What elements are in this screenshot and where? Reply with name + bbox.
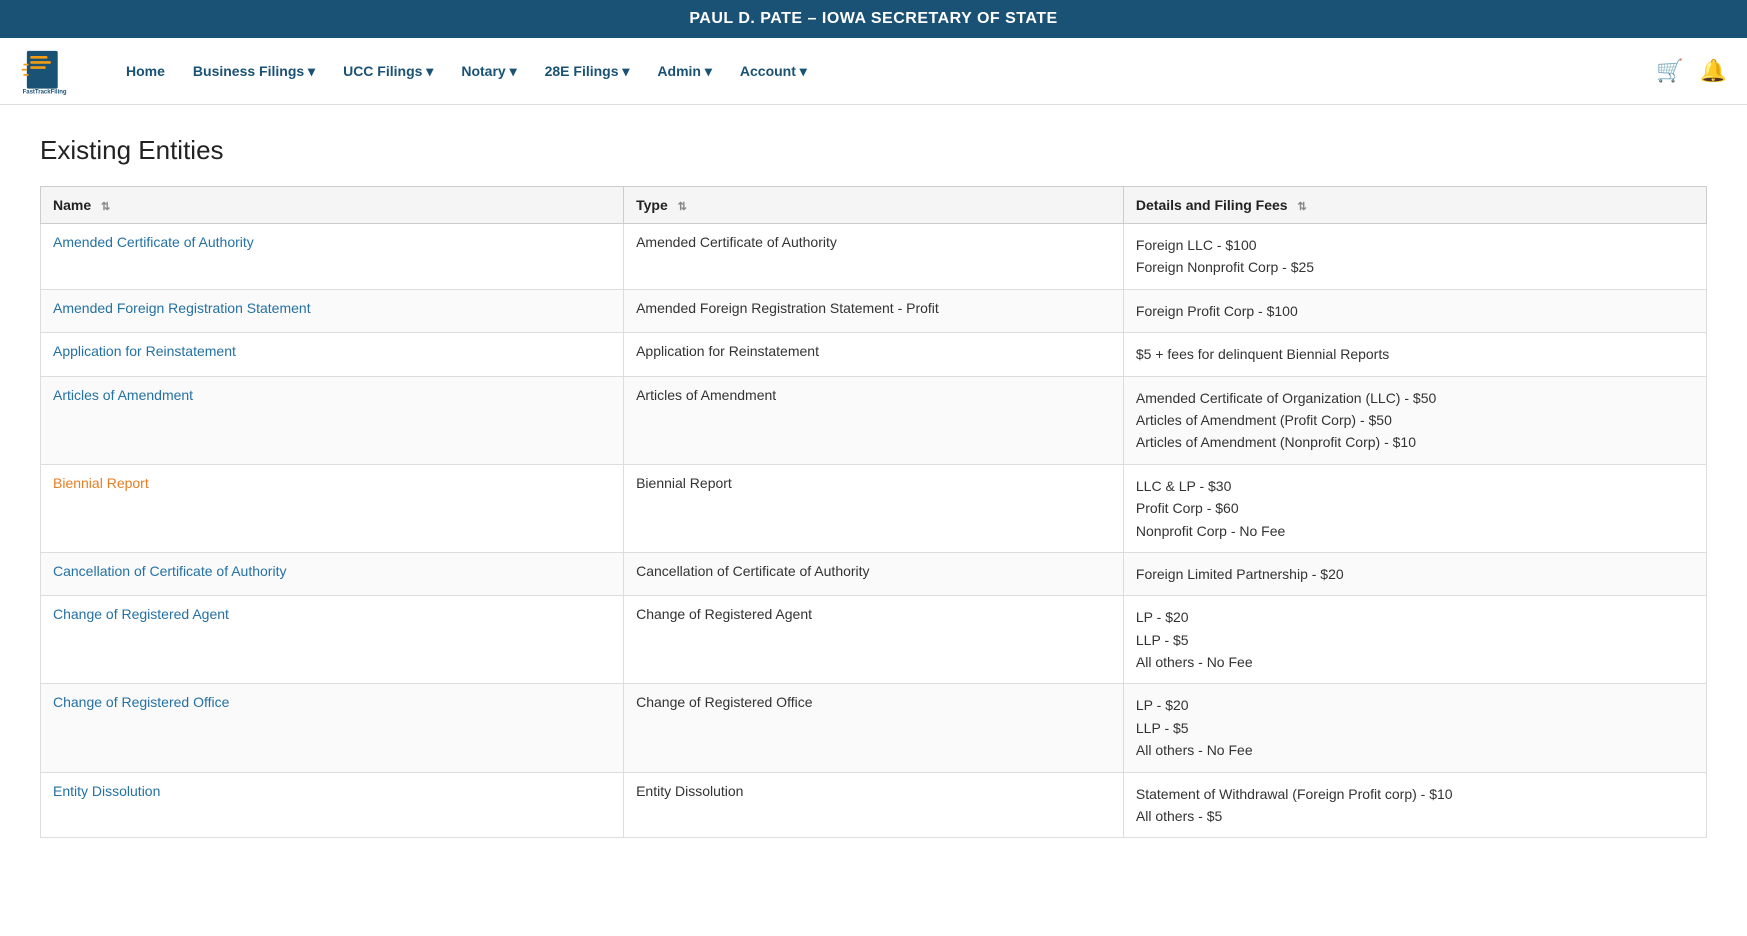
entity-name-link[interactable]: Amended Certificate of Authority <box>53 234 254 250</box>
cart-icon[interactable]: 🛒 <box>1656 58 1683 84</box>
col-type[interactable]: Type ⇅ <box>624 187 1124 224</box>
nav-28e-filings[interactable]: 28E Filings ▾ <box>533 55 642 88</box>
entity-type: Entity Dissolution <box>624 772 1124 838</box>
table-header-row: Name ⇅ Type ⇅ Details and Filing Fees ⇅ <box>41 187 1707 224</box>
page-title: Existing Entities <box>40 135 1707 166</box>
col-name[interactable]: Name ⇅ <box>41 187 624 224</box>
bell-icon[interactable]: 🔔 <box>1700 58 1727 84</box>
entity-name-link[interactable]: Change of Registered Agent <box>53 606 229 622</box>
table-row: Change of Registered Agent Change of Regi… <box>41 596 1707 684</box>
banner-title: PAUL D. PATE – IOWA SECRETARY OF STATE <box>689 10 1057 27</box>
entity-type: Biennial Report <box>624 464 1124 552</box>
entity-details: Foreign Limited Partnership - $20 <box>1123 552 1706 595</box>
table-row: Articles of Amendment Articles of Amendme… <box>41 376 1707 464</box>
nav-icons: 🛒 🔔 <box>1656 58 1727 84</box>
nav-notary[interactable]: Notary ▾ <box>449 55 528 88</box>
navbar: FastTrackFiling Home Business Filings ▾ … <box>0 38 1747 105</box>
logo-icon: FastTrackFiling <box>20 46 80 96</box>
entity-type: Amended Certificate of Authority <box>624 224 1124 290</box>
nav-ucc-filings[interactable]: UCC Filings ▾ <box>331 55 445 88</box>
entity-details: LP - $20LLP - $5All others - No Fee <box>1123 684 1706 772</box>
entities-table: Name ⇅ Type ⇅ Details and Filing Fees ⇅ … <box>40 186 1707 838</box>
entity-name-link[interactable]: Biennial Report <box>53 475 149 491</box>
entity-name-link[interactable]: Articles of Amendment <box>53 387 193 403</box>
entity-name-link[interactable]: Application for Reinstatement <box>53 343 236 359</box>
entity-name-link[interactable]: Entity Dissolution <box>53 783 160 799</box>
nav-home[interactable]: Home <box>114 55 177 87</box>
sort-details-icon[interactable]: ⇅ <box>1297 200 1306 213</box>
nav-account[interactable]: Account ▾ <box>728 55 819 88</box>
entity-type: Change of Registered Agent <box>624 596 1124 684</box>
sort-name-icon[interactable]: ⇅ <box>101 200 110 213</box>
top-banner: PAUL D. PATE – IOWA SECRETARY OF STATE <box>0 0 1747 38</box>
main-content: Existing Entities Name ⇅ Type ⇅ Details … <box>0 105 1747 868</box>
col-details[interactable]: Details and Filing Fees ⇅ <box>1123 187 1706 224</box>
entity-name-link[interactable]: Change of Registered Office <box>53 694 229 710</box>
entity-type: Amended Foreign Registration Statement -… <box>624 289 1124 332</box>
entity-type: Cancellation of Certificate of Authority <box>624 552 1124 595</box>
table-row: Biennial ReportBiennial ReportLLC & LP -… <box>41 464 1707 552</box>
table-row: Amended Certificate of Authority Amended … <box>41 224 1707 290</box>
entity-type: Change of Registered Office <box>624 684 1124 772</box>
table-row: Cancellation of Certificate of Authority… <box>41 552 1707 595</box>
entity-name-link[interactable]: Amended Foreign Registration Statement <box>53 300 311 316</box>
entity-details: Statement of Withdrawal (Foreign Profit … <box>1123 772 1706 838</box>
entity-name-link[interactable]: Cancellation of Certificate of Authority <box>53 563 286 579</box>
table-row: Change of Registered Office Change of Reg… <box>41 684 1707 772</box>
entity-details: Foreign LLC - $100Foreign Nonprofit Corp… <box>1123 224 1706 290</box>
entity-details: LLC & LP - $30Profit Corp - $60Nonprofit… <box>1123 464 1706 552</box>
nav-business-filings[interactable]: Business Filings ▾ <box>181 55 327 88</box>
entity-details: LP - $20LLP - $5All others - No Fee <box>1123 596 1706 684</box>
nav-links: Home Business Filings ▾ UCC Filings ▾ No… <box>114 55 1656 88</box>
table-row: Entity DissolutionEntity DissolutionStat… <box>41 772 1707 838</box>
nav-admin[interactable]: Admin ▾ <box>645 55 723 88</box>
table-row: Amended Foreign Registration Statement Am… <box>41 289 1707 332</box>
table-row: Application for Reinstatement Application… <box>41 333 1707 376</box>
svg-text:FastTrackFiling: FastTrackFiling <box>23 90 67 96</box>
entity-type: Articles of Amendment <box>624 376 1124 464</box>
logo-area: FastTrackFiling <box>20 46 84 96</box>
entity-details: Amended Certificate of Organization (LLC… <box>1123 376 1706 464</box>
sort-type-icon[interactable]: ⇅ <box>678 200 687 213</box>
entity-type: Application for Reinstatement <box>624 333 1124 376</box>
entity-details: Foreign Profit Corp - $100 <box>1123 289 1706 332</box>
entity-details: $5 + fees for delinquent Biennial Report… <box>1123 333 1706 376</box>
